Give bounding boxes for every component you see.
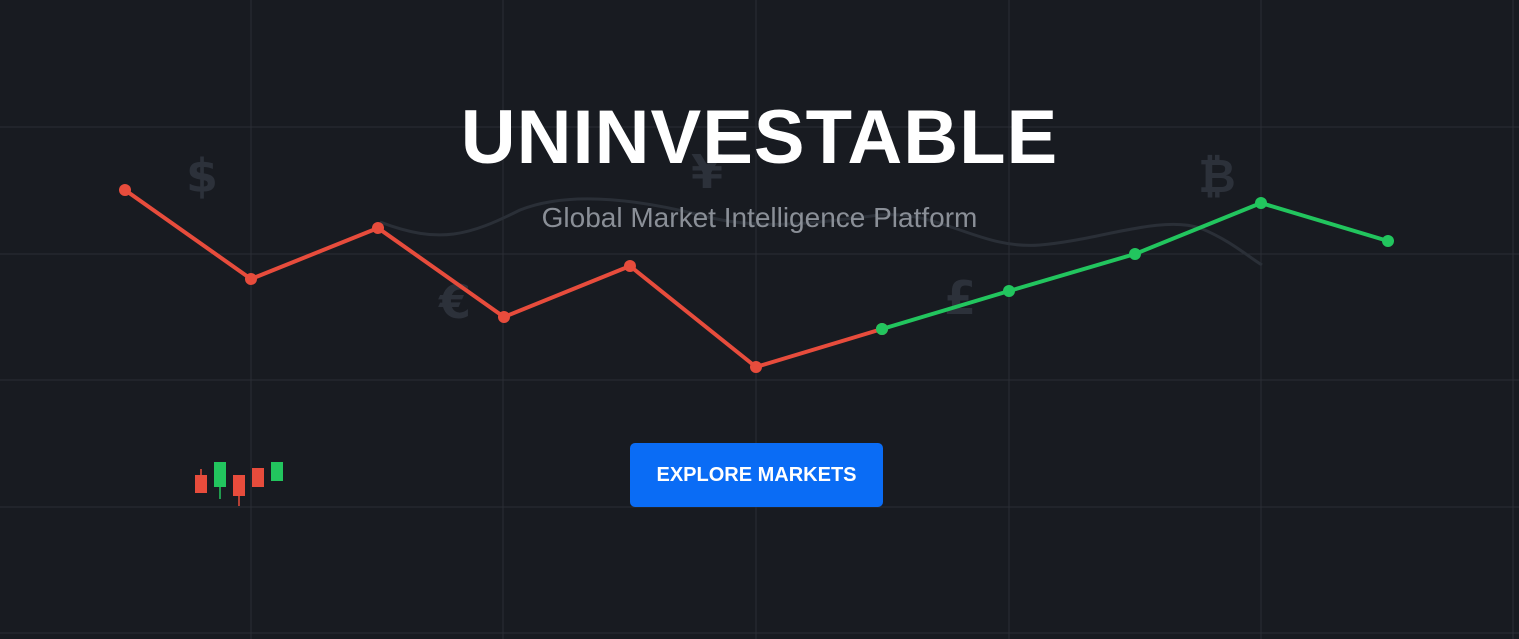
decline-trend-point	[750, 361, 762, 373]
decline-trend-point	[624, 260, 636, 272]
hero-section: $ € ¥ £ ₿ UNINVESTABLE Global Market Int…	[0, 0, 1519, 639]
candlestick-body	[271, 462, 283, 481]
page-subtitle: Global Market Intelligence Platform	[541, 202, 978, 233]
explore-markets-button[interactable]: EXPLORE MARKETS	[630, 443, 883, 507]
candlestick-body	[252, 468, 264, 487]
page-title: UNINVESTABLE	[460, 95, 1059, 180]
rise-trend-point	[1003, 285, 1015, 297]
pound-symbol: £	[944, 271, 976, 325]
decline-trend-point	[498, 311, 510, 323]
decline-trend-point	[245, 273, 257, 285]
candlestick-body	[233, 475, 245, 496]
rise-trend-point	[876, 323, 888, 335]
candlestick-group	[195, 462, 283, 506]
rise-trend-point	[1382, 235, 1394, 247]
candlestick-body	[214, 462, 226, 487]
rise-trend-point	[1129, 248, 1141, 260]
decline-trend-point	[119, 184, 131, 196]
candlestick-body	[195, 475, 207, 493]
